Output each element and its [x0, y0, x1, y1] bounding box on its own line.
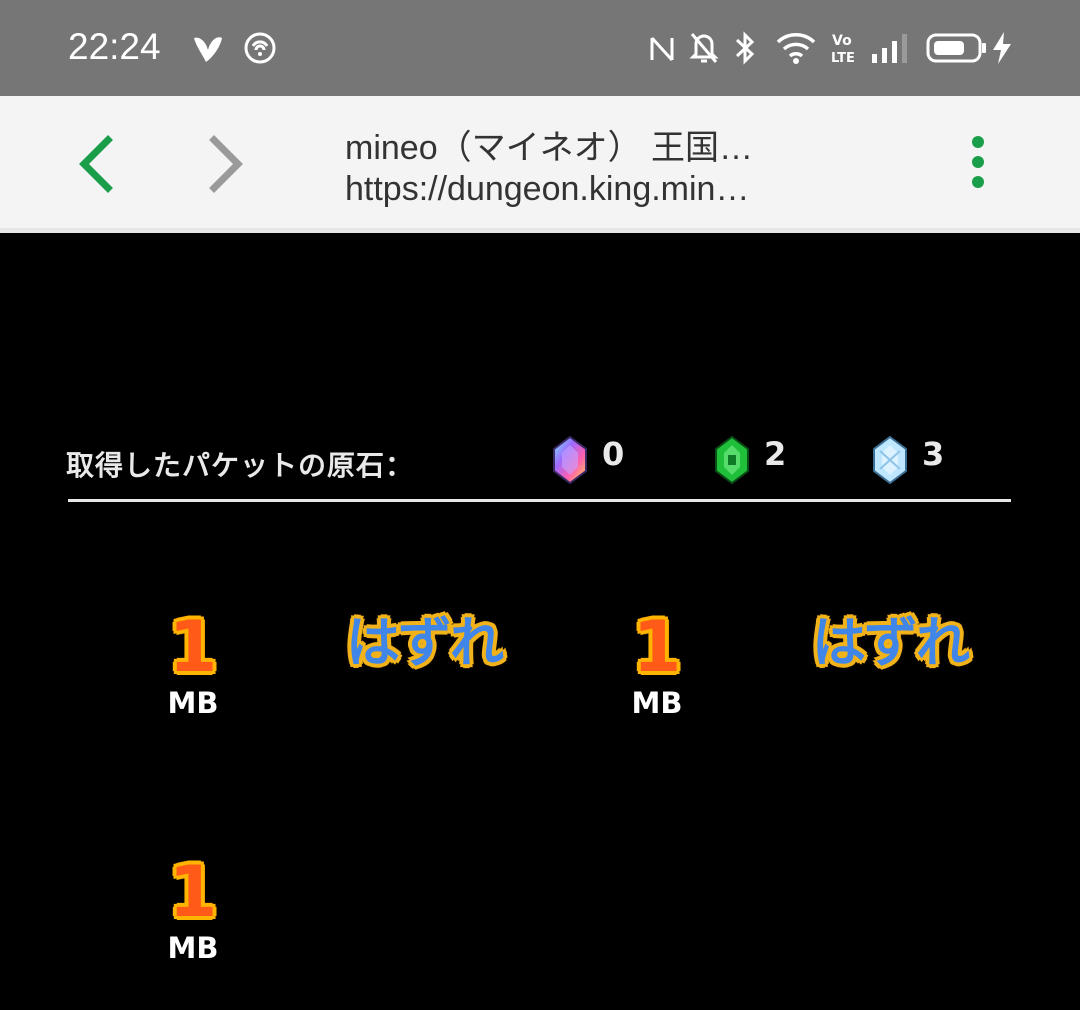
more-vertical-icon [972, 136, 984, 188]
browser-toolbar: mineo（マイネオ） 王国… https://dungeon.king.min… [0, 96, 1080, 233]
reward-unit: MB [631, 686, 683, 720]
stone-blue: 3 [870, 431, 944, 491]
page-url[interactable]: https://dungeon.king.min… [345, 170, 785, 209]
stone-green: 2 [712, 431, 786, 491]
miss-tile[interactable]: はずれ [324, 603, 524, 683]
forward-button[interactable] [194, 126, 258, 198]
reward-tile[interactable]: 1 MB [158, 855, 228, 965]
rainbow-gem-icon [553, 435, 587, 485]
charging-icon [993, 32, 1011, 64]
reward-unit: MB [167, 686, 219, 720]
blue-gem-icon [873, 435, 907, 485]
nfc-icon [650, 36, 674, 62]
stone-count-blue: 3 [922, 435, 945, 473]
miss-tile[interactable]: はずれ [790, 603, 990, 683]
green-gem-icon [715, 435, 749, 485]
svg-text:LTE: LTE [831, 51, 855, 66]
reward-unit: MB [167, 931, 219, 965]
svg-text:Vo: Vo [832, 33, 852, 49]
mineo-logo-icon [194, 37, 222, 62]
reward-tile[interactable]: 1 MB [622, 610, 692, 720]
wifi-icon [776, 33, 816, 64]
reward-value: 1 [168, 606, 218, 688]
status-bar: 22:24 Vo LTE [0, 0, 1080, 96]
bluetooth-icon [735, 31, 755, 65]
game-area: 取得したパケットの原石： 0 2 3 1 MB はずれ 1 MB はずれ 1 M… [0, 233, 1080, 1010]
signal-icon [872, 34, 907, 63]
divider [68, 499, 1011, 502]
volte-icon: Vo LTE [831, 33, 855, 66]
stone-count-green: 2 [764, 435, 787, 473]
stone-rainbow: 0 [550, 431, 624, 491]
stones-label: 取得したパケットの原石： [66, 449, 415, 482]
reward-value: 1 [168, 851, 218, 933]
chevron-right-icon [209, 135, 243, 193]
reward-value: 1 [632, 606, 682, 688]
page-title: mineo（マイネオ） 王国… [345, 129, 754, 167]
sync-icon [244, 32, 276, 64]
chevron-left-icon [79, 135, 113, 193]
status-time: 22:24 [68, 26, 161, 67]
battery-icon [926, 33, 986, 63]
overflow-menu-button[interactable] [958, 132, 998, 196]
back-button[interactable] [66, 126, 130, 198]
stone-count-rainbow: 0 [602, 435, 625, 473]
mute-icon [689, 33, 719, 63]
reward-tile[interactable]: 1 MB [158, 610, 228, 720]
